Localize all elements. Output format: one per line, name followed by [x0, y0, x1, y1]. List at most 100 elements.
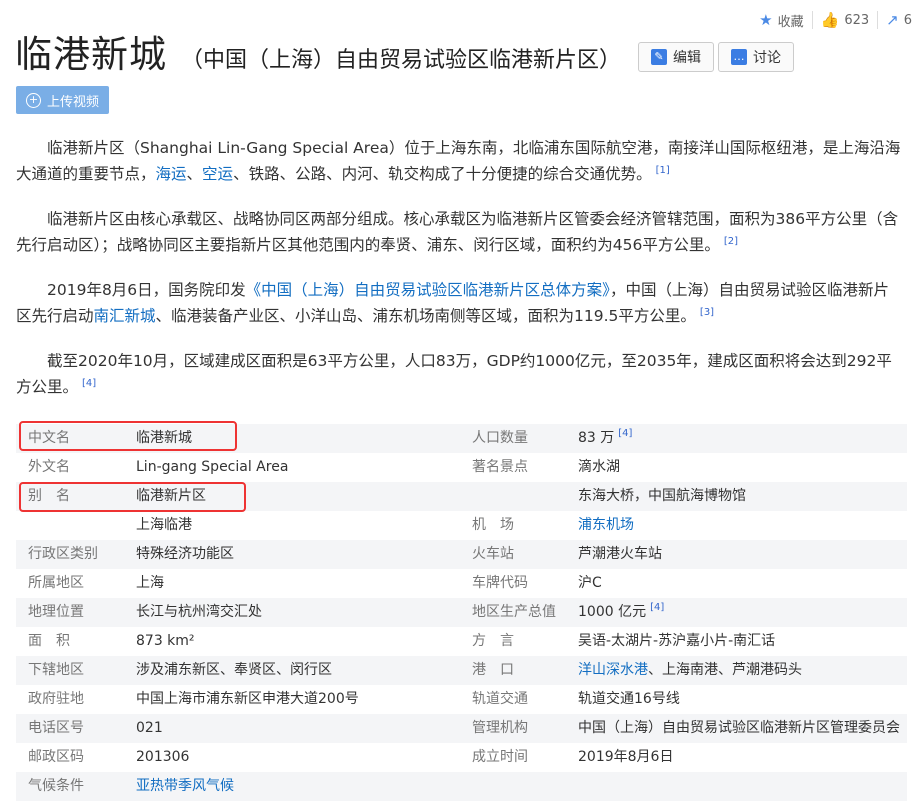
info-value: 轨道交通16号线: [578, 691, 680, 707]
link-air-transport[interactable]: 空运: [202, 165, 233, 183]
info-row: 行政区类别 特殊经济功能区 火车站 芦潮港火车站: [16, 540, 907, 569]
basic-info-table: 中文名 临港新城 人口数量 83 万 [4] 外文名 Lin-gang Speci…: [16, 424, 907, 801]
info-key: 车牌代码: [472, 575, 528, 591]
reference-link[interactable]: [3]: [700, 307, 714, 318]
info-value: 中国（上海）自由贸易试验区临港新片区管理委员会: [578, 720, 900, 736]
info-key: 机 场: [472, 517, 514, 533]
info-value: 涉及浦东新区、奉贤区、闵行区: [136, 662, 332, 678]
page-subtitle: （中国（上海）自由贸易试验区临港新片区）: [181, 48, 622, 73]
share-count: 6: [903, 12, 912, 28]
info-key: 所属地区: [28, 575, 84, 591]
info-value: 中国上海市浦东新区申港大道200号: [136, 691, 359, 707]
highlight-box-alias: [19, 482, 246, 512]
info-value: 滴水湖: [578, 459, 620, 475]
info-value: 特殊经济功能区: [136, 546, 234, 562]
collect-button[interactable]: ★ 收藏: [751, 11, 813, 30]
text: 截至2020年10月，区域建成区面积是63平方公里，人口83万，GDP约1000…: [16, 352, 892, 396]
discuss-label: 讨论: [753, 50, 781, 66]
info-key: 面 积: [28, 633, 70, 649]
info-value: Lin-gang Special Area: [136, 459, 289, 475]
info-value: 、上海南港、芦潮港码头: [648, 662, 802, 678]
upload-video-button[interactable]: + 上传视频: [16, 86, 109, 114]
like-button[interactable]: 👍 623: [813, 11, 879, 29]
text: 临港新片区由核心承载区、战略协同区两部分组成。核心承载区为临港新片区管委会经济管…: [16, 210, 899, 254]
discuss-button[interactable]: … 讨论: [718, 42, 794, 72]
info-key: 人口数量: [472, 430, 528, 446]
thumbs-up-icon: 👍: [820, 11, 840, 29]
highlight-box-chinese-name: [19, 421, 237, 451]
upload-video-label: 上传视频: [46, 94, 99, 110]
link-nanhui-new-city[interactable]: 南汇新城: [94, 307, 156, 325]
page-title: 临港新城: [15, 33, 167, 76]
info-row: 面 积 873 km² 方 言 吴语-太湖片-苏沪嘉小片-南汇话: [16, 627, 907, 656]
info-value: 上海临港: [136, 517, 192, 533]
info-key: 下辖地区: [28, 662, 84, 678]
star-icon: ★: [759, 11, 773, 29]
reference-link[interactable]: [4]: [650, 602, 664, 613]
text: 、铁路、公路、内河、轨交构成了十分便捷的综合交通优势。: [233, 165, 652, 183]
info-key: 邮政区码: [28, 749, 84, 765]
summary-paragraph-1: 临港新片区（Shanghai Lin-Gang Special Area）位于上…: [16, 135, 901, 187]
info-value: 芦潮港火车站: [578, 546, 662, 562]
link-master-plan[interactable]: 《中国（上海）自由贸易试验区临港新片区总体方案》: [246, 281, 610, 299]
info-key: [472, 772, 578, 801]
info-value: 东海大桥，中国航海博物馆: [578, 488, 746, 504]
edit-button[interactable]: ✎ 编辑: [638, 42, 714, 72]
like-count: 623: [844, 12, 870, 28]
share-button[interactable]: ↗ 6: [878, 11, 920, 29]
summary-paragraph-4: 截至2020年10月，区域建成区面积是63平方公里，人口83万，GDP约1000…: [16, 348, 901, 400]
info-value: 2019年8月6日: [578, 749, 674, 765]
text: 2019年8月6日，国务院印发: [47, 281, 246, 299]
info-value: 83 万: [578, 430, 615, 446]
plus-circle-icon: +: [25, 92, 41, 108]
info-row: 电话区号 021 管理机构 中国（上海）自由贸易试验区临港新片区管理委员会: [16, 714, 907, 743]
info-value: 吴语-太湖片-苏沪嘉小片-南汇话: [578, 633, 776, 649]
edit-label: 编辑: [673, 50, 701, 66]
info-row: 地理位置 长江与杭州湾交汇处 地区生产总值 1000 亿元 [4]: [16, 598, 907, 627]
link-pudong-airport[interactable]: 浦东机场: [578, 511, 907, 540]
info-value: [578, 772, 907, 801]
info-row: 邮政区码 201306 成立时间 2019年8月6日: [16, 743, 907, 772]
info-key: 地理位置: [28, 604, 84, 620]
link-sea-transport[interactable]: 海运: [156, 165, 187, 183]
info-value: 上海: [136, 575, 164, 591]
info-key: 方 言: [472, 633, 514, 649]
link-yangshan-port[interactable]: 洋山深水港: [578, 662, 648, 678]
info-key: 轨道交通: [472, 691, 528, 707]
info-row: 下辖地区 涉及浦东新区、奉贤区、闵行区 港 口 洋山深水港、上海南港、芦潮港码头: [16, 656, 907, 685]
info-row: 所属地区 上海 车牌代码 沪C: [16, 569, 907, 598]
info-row: 外文名 Lin-gang Special Area 著名景点 滴水湖: [16, 453, 907, 482]
pencil-icon: ✎: [651, 49, 667, 65]
info-key: 港 口: [472, 662, 514, 678]
info-row: 上海临港 机 场 浦东机场: [16, 511, 907, 540]
text: 、临港装备产业区、小洋山岛、浦东机场南侧等区域，面积为119.5平方公里。: [155, 307, 696, 325]
text: 、: [186, 165, 203, 183]
info-key: 电话区号: [28, 720, 84, 736]
info-row: 气候条件 亚热带季风气候: [16, 772, 907, 801]
info-value: 1000 亿元: [578, 604, 647, 620]
page-title-row: 临港新城 （中国（上海）自由贸易试验区临港新片区）: [15, 30, 621, 80]
reference-link[interactable]: [4]: [82, 378, 96, 389]
reference-link[interactable]: [4]: [618, 428, 632, 439]
info-value: 873 km²: [136, 633, 195, 649]
info-key: 气候条件: [28, 778, 84, 794]
info-value-cell: 洋山深水港、上海南港、芦潮港码头: [578, 656, 907, 685]
summary-paragraph-3: 2019年8月6日，国务院印发《中国（上海）自由贸易试验区临港新片区总体方案》，…: [16, 277, 901, 329]
info-key: 著名景点: [472, 459, 528, 475]
info-value-cell: 83 万 [4]: [578, 424, 907, 453]
collect-label: 收藏: [777, 14, 804, 30]
info-key: 成立时间: [472, 749, 528, 765]
info-key: 行政区类别: [28, 546, 98, 562]
info-row: 政府驻地 中国上海市浦东新区申港大道200号 轨道交通 轨道交通16号线: [16, 685, 907, 714]
top-action-bar: ★ 收藏 👍 623 ↗ 6: [751, 10, 920, 30]
info-key: 外文名: [28, 459, 70, 475]
info-key: [16, 511, 136, 540]
link-climate[interactable]: 亚热带季风气候: [136, 772, 472, 801]
reference-link[interactable]: [2]: [724, 236, 738, 247]
info-value: 沪C: [578, 575, 602, 591]
info-value: 021: [136, 720, 163, 736]
share-icon: ↗: [886, 11, 899, 29]
info-value: 长江与杭州湾交汇处: [136, 604, 262, 620]
reference-link[interactable]: [1]: [656, 165, 670, 176]
info-key: 政府驻地: [28, 691, 84, 707]
